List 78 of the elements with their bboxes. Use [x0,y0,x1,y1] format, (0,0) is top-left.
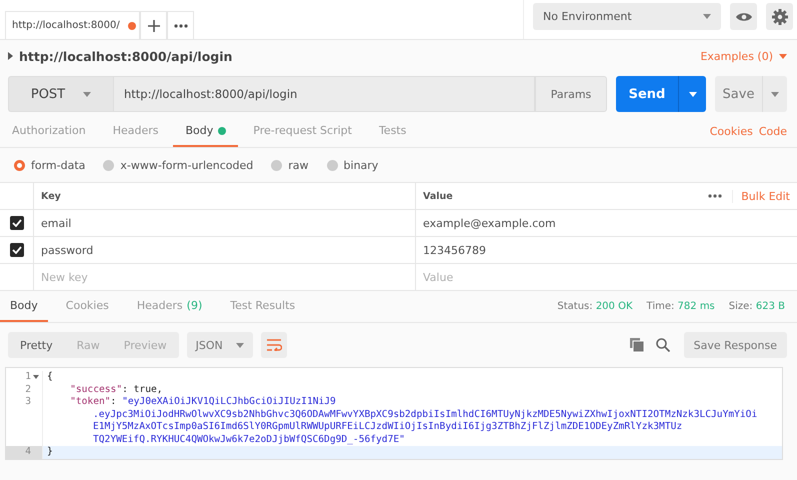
code-line: .eyJpc3MiOiJodHRwOlwvXC9sb2NhbGhvc3Q6ODAwMFwvYXBpXC9sb2dpbiIsImlhdCI6MTUyNjkzMDE5NywiZXhwIjoxNTI2OTMzNzk3LCJuYmYiOi [92,408,758,421]
caret-icon [688,92,696,96]
line-number: 1 [25,371,31,384]
radio-label[interactable]: binary [344,158,378,172]
code-line: "success": true, [69,384,164,396]
radio-label[interactable]: raw [288,158,309,172]
response-stat: Status: 200 OK [557,301,633,312]
section-tab[interactable]: Headers [100,116,170,147]
environment-select[interactable]: No Environment [533,3,721,30]
section-tab[interactable]: Body [173,116,238,147]
send-button[interactable]: Send [616,76,706,112]
more-icon[interactable] [708,194,722,198]
value-cell[interactable]: 123456789 [423,244,486,256]
response-tab[interactable]: Test Results [220,291,306,322]
examples-dropdown[interactable]: Examples (0) [700,50,787,62]
plus-icon [148,20,160,32]
link[interactable]: Cookies [710,125,753,138]
response-tab[interactable]: Cookies [56,291,119,322]
save-button[interactable]: Save [715,76,787,112]
response-tab[interactable]: Headers (9) [126,291,212,322]
new-key-field[interactable]: New key [41,270,88,284]
request-tab[interactable]: http://localhost:8000/ [5,11,140,39]
radio-button[interactable] [326,160,338,170]
response-stat: Size: 623 B [728,301,785,312]
value-cell[interactable]: example@example.com [423,216,556,230]
code-line: } [47,446,54,458]
section-tab[interactable]: Pre-request Script [241,116,364,147]
line-number: 2 [25,384,31,396]
radio-label[interactable]: x-www-form-urlencoded [120,158,254,172]
radio-label[interactable]: form-data [31,158,86,172]
radio-button[interactable] [14,160,25,170]
search-icon[interactable] [656,338,670,352]
params-button[interactable]: Params [535,76,607,112]
line-number: 4 [25,446,31,458]
bulk-edit-link[interactable]: Bulk Edit [732,190,790,202]
new-tab-button[interactable] [140,11,167,39]
checkbox[interactable] [10,216,24,230]
method-select[interactable]: POST [8,76,113,112]
more-button[interactable] [167,11,194,39]
format-select[interactable]: JSON [186,332,253,358]
line-number: 3 [25,396,31,408]
unsaved-dot-icon [128,22,136,30]
response-tab[interactable]: Body [0,291,48,322]
key-cell[interactable]: email [41,216,72,230]
copy-icon[interactable] [630,338,644,352]
settings-icon [772,8,788,24]
wrap-icon [266,339,282,351]
column-header: Key [41,190,61,202]
column-header: Value [423,190,453,202]
code-line: "token": "eyJ0eXAiOiJKV1QiLCJhbGciOiJIUzI1NiJ9 [69,396,337,408]
fold-icon[interactable] [33,375,39,379]
caret-icon [83,92,92,96]
section-tab[interactable]: Authorization [0,116,98,147]
environment-quick-look-button[interactable] [730,3,757,30]
expand-icon [8,52,13,60]
response-stat: Time: 782 ms [646,301,715,312]
caret-icon [771,92,779,96]
caret-icon [236,342,244,348]
caret-icon [703,14,711,19]
link[interactable]: Code [758,125,787,138]
view-mode-tab[interactable]: Pretty [8,332,65,358]
caret-icon [779,54,787,58]
checkbox[interactable] [10,243,24,257]
radio-button[interactable] [271,160,282,170]
new-value-field[interactable]: Value [423,270,454,284]
url-field[interactable]: http://localhost:8000/api/login [113,76,535,112]
code-line: E1MjY5MzAxOTcsImp0aSI6Imd6SlY0RGpmUlRWWUpURFEiLCJzdWIiOjIsInBydiI6Ijg3ZTBhZjFlZjlmZDE1ODEyZmRlYzk3MTUz [92,421,684,434]
section-tab[interactable]: Tests [366,116,418,147]
settings-button[interactable] [766,3,793,30]
code-line: { [47,371,54,384]
wrap-lines-button[interactable] [260,332,287,358]
radio-button[interactable] [103,160,114,170]
more-icon [174,24,188,28]
eye-icon [736,12,752,22]
key-cell[interactable]: password [41,244,94,256]
code-line: TQ2YWEifQ.RYKHUC4QWOkwJw6k7e2oDJjbWfQSC6Dg9D_-56fyd7E" [92,434,406,446]
request-title[interactable]: http://localhost:8000/api/login [8,48,232,64]
save-response-button[interactable]: Save Response [684,332,787,358]
